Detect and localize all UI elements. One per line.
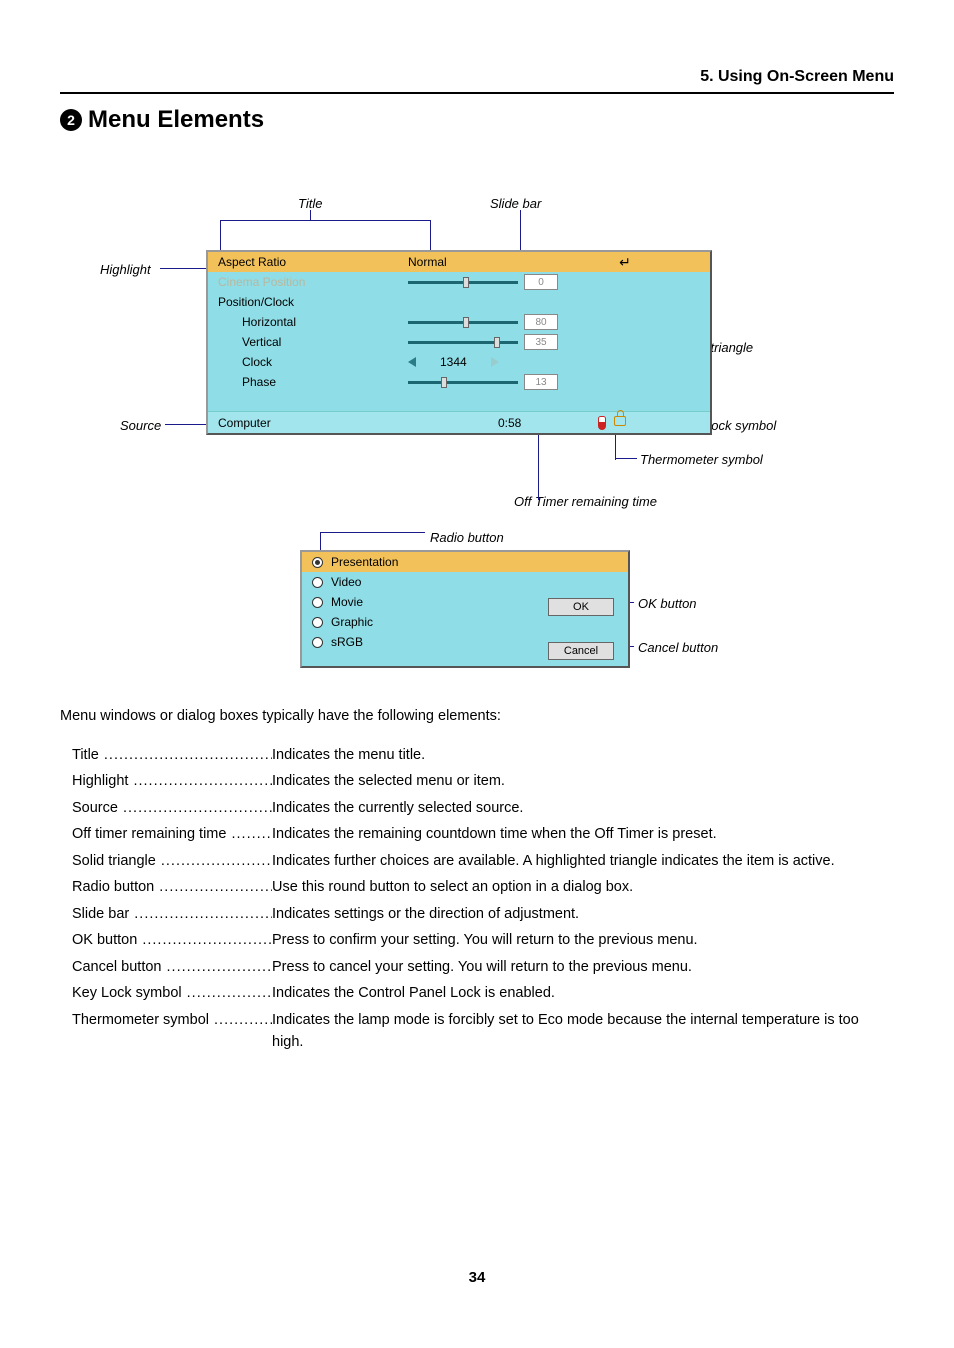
def-term: Slide bar bbox=[72, 903, 272, 925]
menu-item-aspect-ratio[interactable]: Aspect Ratio Normal ↵ bbox=[208, 252, 710, 272]
def-row: Radio buttonUse this round button to sel… bbox=[72, 876, 894, 898]
radio-label: Movie bbox=[331, 595, 363, 609]
off-timer-value: 0:58 bbox=[498, 416, 558, 430]
radio-label: sRGB bbox=[331, 635, 363, 649]
def-term: Thermometer symbol bbox=[72, 1009, 272, 1054]
cinema-value: 0 bbox=[524, 274, 558, 290]
def-term: Solid triangle bbox=[72, 850, 272, 872]
def-row: Key Lock symbolIndicates the Control Pan… bbox=[72, 982, 894, 1004]
enter-icon: ↵ bbox=[608, 254, 642, 271]
menu-item-phase[interactable]: Phase 13 bbox=[208, 372, 710, 392]
menu-diagram: Title Slide bar Highlight Solid triangle… bbox=[60, 190, 894, 520]
ok-button[interactable]: OK bbox=[548, 598, 614, 616]
def-row: HighlightIndicates the selected menu or … bbox=[72, 770, 894, 792]
def-term: OK button bbox=[72, 929, 272, 951]
def-term: Radio button bbox=[72, 876, 272, 898]
phase-value: 13 bbox=[524, 374, 558, 390]
callout-slidebar: Slide bar bbox=[490, 196, 541, 211]
def-row: Solid triangleIndicates further choices … bbox=[72, 850, 894, 872]
phase-label: Phase bbox=[208, 375, 408, 389]
def-desc: Indicates the remaining countdown time w… bbox=[272, 823, 894, 845]
key-lock-icon bbox=[614, 416, 626, 426]
def-desc: Indicates the currently selected source. bbox=[272, 797, 894, 819]
definitions-list: TitleIndicates the menu title. Highlight… bbox=[72, 744, 894, 1058]
def-desc: Indicates the Control Panel Lock is enab… bbox=[272, 982, 894, 1004]
chapter-header: 5. Using On-Screen Menu bbox=[60, 68, 894, 94]
callout-thermometer: Thermometer symbol bbox=[640, 452, 763, 467]
radio-diagram: Radio button OK button Cancel button Pre… bbox=[60, 540, 894, 700]
phase-slider[interactable] bbox=[408, 381, 518, 384]
radio-option-presentation[interactable]: Presentation bbox=[302, 552, 628, 572]
section-number-badge: 2 bbox=[60, 109, 82, 131]
radio-icon bbox=[312, 617, 323, 628]
thermometer-icon bbox=[598, 416, 606, 430]
vertical-value: 35 bbox=[524, 334, 558, 350]
callout-ok-button: OK button bbox=[638, 596, 697, 611]
position-clock-label: Position/Clock bbox=[208, 295, 408, 309]
menu-item-clock[interactable]: Clock 1344 bbox=[208, 352, 710, 372]
horizontal-slider[interactable] bbox=[408, 321, 518, 324]
def-term: Highlight bbox=[72, 770, 272, 792]
menu-item-cinema-position: Cinema Position 0 bbox=[208, 272, 710, 292]
def-term: Key Lock symbol bbox=[72, 982, 272, 1004]
menu-item-vertical[interactable]: Vertical 35 bbox=[208, 332, 710, 352]
source-label: Computer bbox=[208, 416, 498, 430]
horizontal-label: Horizontal bbox=[208, 315, 408, 329]
radio-icon bbox=[312, 597, 323, 608]
section-title-text: Menu Elements bbox=[88, 106, 264, 134]
def-row: Thermometer symbolIndicates the lamp mod… bbox=[72, 1009, 894, 1054]
triangle-right-icon[interactable] bbox=[491, 357, 499, 367]
clock-value: 1344 bbox=[440, 355, 467, 369]
def-desc: Press to cancel your setting. You will r… bbox=[272, 956, 894, 978]
def-desc: Indicates the selected menu or item. bbox=[272, 770, 894, 792]
def-desc: Indicates the lamp mode is forcibly set … bbox=[272, 1009, 894, 1054]
radio-label: Presentation bbox=[331, 555, 398, 569]
def-desc: Press to confirm your setting. You will … bbox=[272, 929, 894, 951]
callout-title: Title bbox=[298, 196, 322, 211]
cancel-button[interactable]: Cancel bbox=[548, 642, 614, 660]
vertical-slider[interactable] bbox=[408, 341, 518, 344]
def-term: Source bbox=[72, 797, 272, 819]
radio-icon bbox=[312, 577, 323, 588]
clock-label: Clock bbox=[208, 355, 408, 369]
def-desc: Indicates settings or the direction of a… bbox=[272, 903, 894, 925]
radio-icon bbox=[312, 557, 323, 568]
callout-source: Source bbox=[120, 418, 161, 433]
triangle-left-icon[interactable] bbox=[408, 357, 416, 367]
def-term: Cancel button bbox=[72, 956, 272, 978]
intro-paragraph: Menu windows or dialog boxes typically h… bbox=[60, 708, 501, 724]
callout-cancel-button: Cancel button bbox=[638, 640, 718, 655]
radio-label: Graphic bbox=[331, 615, 373, 629]
def-row: Cancel buttonPress to cancel your settin… bbox=[72, 956, 894, 978]
cinema-position-label: Cinema Position bbox=[208, 275, 408, 289]
def-term: Off timer remaining time bbox=[72, 823, 272, 845]
osd-menu-panel: Aspect Ratio Normal ↵ Cinema Position 0 … bbox=[206, 250, 712, 435]
callout-radio-button: Radio button bbox=[430, 530, 504, 545]
section-title: 2 Menu Elements bbox=[60, 106, 264, 134]
aspect-ratio-label: Aspect Ratio bbox=[208, 255, 408, 269]
horizontal-value: 80 bbox=[524, 314, 558, 330]
cinema-slider[interactable] bbox=[408, 281, 518, 284]
def-row: TitleIndicates the menu title. bbox=[72, 744, 894, 766]
page-number: 34 bbox=[0, 1269, 954, 1286]
def-row: OK buttonPress to confirm your setting. … bbox=[72, 929, 894, 951]
def-row: SourceIndicates the currently selected s… bbox=[72, 797, 894, 819]
menu-footer: Computer 0:58 bbox=[208, 411, 710, 433]
vertical-label: Vertical bbox=[208, 335, 408, 349]
def-term: Title bbox=[72, 744, 272, 766]
aspect-ratio-value: Normal bbox=[408, 255, 447, 269]
def-desc: Indicates the menu title. bbox=[272, 744, 894, 766]
callout-highlight: Highlight bbox=[100, 262, 151, 277]
menu-item-position-clock: Position/Clock bbox=[208, 292, 710, 312]
callout-off-timer: Off Timer remaining time bbox=[514, 494, 657, 509]
radio-icon bbox=[312, 637, 323, 648]
def-row: Off timer remaining timeIndicates the re… bbox=[72, 823, 894, 845]
menu-item-horizontal[interactable]: Horizontal 80 bbox=[208, 312, 710, 332]
def-row: Slide barIndicates settings or the direc… bbox=[72, 903, 894, 925]
def-desc: Use this round button to select an optio… bbox=[272, 876, 894, 898]
radio-label: Video bbox=[331, 575, 361, 589]
radio-dialog: Presentation Video Movie Graphic sRGB OK… bbox=[300, 550, 630, 668]
radio-option-video[interactable]: Video bbox=[302, 572, 628, 592]
def-desc: Indicates further choices are available.… bbox=[272, 850, 894, 872]
